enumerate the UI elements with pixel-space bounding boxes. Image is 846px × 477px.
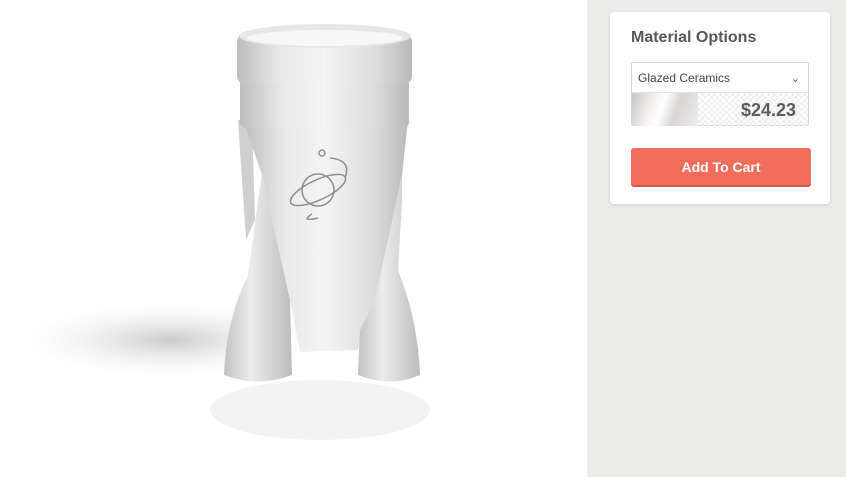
rocket-cup-model xyxy=(5,24,430,440)
material-swatch xyxy=(632,93,698,126)
material-options-panel: Material Options Glazed Ceramics ⌄ $24.2… xyxy=(610,12,830,204)
model-viewer[interactable] xyxy=(0,0,587,477)
panel-title: Material Options xyxy=(631,29,757,46)
add-to-cart-button[interactable]: Add To Cart xyxy=(631,148,811,185)
material-selected: Glazed Ceramics xyxy=(638,71,731,85)
chevron-down-icon: ⌄ xyxy=(790,73,800,85)
sidebar: Material Options Glazed Ceramics ⌄ $24.2… xyxy=(587,0,846,477)
material-selector: Glazed Ceramics ⌄ $24.23 xyxy=(631,62,809,126)
material-dropdown[interactable]: Glazed Ceramics ⌄ xyxy=(632,63,808,93)
price: $24.23 xyxy=(740,100,796,120)
price-area: $24.23 xyxy=(698,93,808,126)
